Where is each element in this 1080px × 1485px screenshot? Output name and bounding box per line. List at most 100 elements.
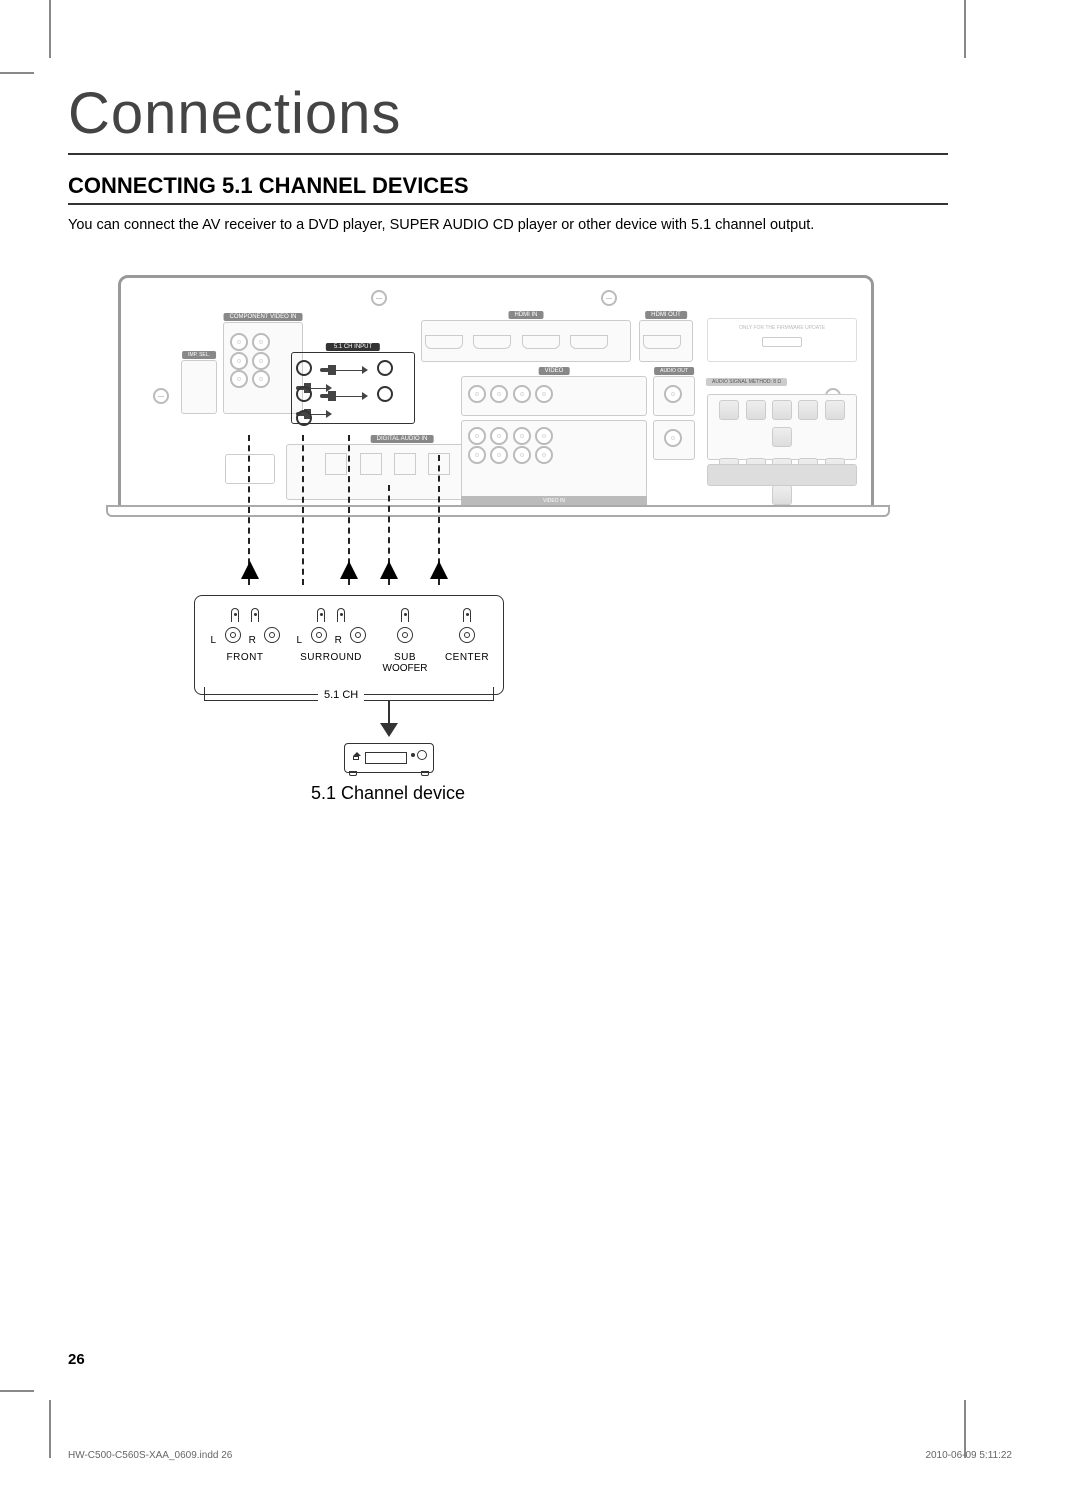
rca-jack [490, 446, 508, 464]
conn-subwoofer: SUB WOOFER [375, 608, 435, 674]
rca-plug-icon [251, 608, 259, 622]
rca-jack [535, 427, 553, 445]
fivech-input-panel: 5.1 CH INPUT [291, 352, 415, 424]
conn-label: CENTER [437, 652, 497, 663]
r-label: R [247, 635, 257, 646]
arrow-up-icon [430, 561, 448, 579]
rca-jack [513, 385, 531, 403]
connection-diagram: COMPONENT VIDEO IN IMP. SEL. HDMI IN [118, 275, 878, 805]
page-content: Connections CONNECTING 5.1 CHANNEL DEVIC… [68, 80, 948, 1390]
audio-in-panel [461, 420, 647, 498]
panel-label: HDMI OUT [645, 311, 687, 319]
rca-jack [252, 352, 270, 370]
arrow-up-icon [241, 561, 259, 579]
screw-icon [371, 290, 387, 306]
hdmi-port-icon [570, 335, 608, 349]
rca-plug-icon [459, 627, 475, 643]
video-panel: VIDEO [461, 376, 647, 416]
rca-plug-icon [231, 608, 239, 622]
rca-jack [490, 385, 508, 403]
rca-jack [664, 429, 682, 447]
rca-jack [468, 446, 486, 464]
section-heading: CONNECTING 5.1 CHANNEL DEVICES [68, 173, 948, 205]
conn-label: FRONT [205, 652, 285, 663]
footer-filename: HW-C500-C560S-XAA_0609.indd 26 [68, 1450, 232, 1461]
hdmi-port-icon [643, 335, 681, 349]
rca-jack [230, 333, 248, 351]
rca-jack [513, 427, 531, 445]
rca-plug-icon [317, 608, 325, 622]
panel-label: HDMI IN [509, 311, 544, 319]
service-port-icon [762, 337, 802, 347]
speaker-terminal-icon [772, 400, 792, 420]
device-label: 5.1 Channel device [288, 783, 488, 804]
conn-sublabel: WOOFER [375, 663, 435, 674]
rca-jack [230, 352, 248, 370]
audio-signal-label: AUDIO SIGNAL METHOD: 8 Ω [706, 378, 787, 386]
speaker-terminal-icon [719, 400, 739, 420]
audio-out-panel: AUDIO OUT [653, 376, 695, 416]
rca-plug-icon [225, 627, 241, 643]
knob-icon [417, 750, 427, 760]
crop-mark [49, 0, 51, 58]
crop-mark [49, 1400, 51, 1458]
crop-mark [0, 1390, 34, 1392]
optical-port-icon [394, 453, 416, 475]
page-number: 26 [68, 1351, 85, 1368]
anynet-box: ONLY FOR THE FIRMWARE UPDATE [707, 318, 857, 362]
rca-jack [377, 386, 393, 402]
receiver-base [106, 505, 890, 517]
rca-plug-icon [264, 627, 280, 643]
speaker-terminal-icon [746, 400, 766, 420]
rca-jack [468, 427, 486, 445]
rca-jack [252, 333, 270, 351]
hdmi-in-panel: HDMI IN [421, 320, 631, 362]
panel-label: DIGITAL AUDIO IN [371, 435, 434, 443]
speaker-out-label-strip [707, 464, 857, 486]
hdmi-out-panel: HDMI OUT [639, 320, 693, 362]
rca-jack [377, 360, 393, 376]
hdmi-port-icon [425, 335, 463, 349]
speaker-out-panel [707, 394, 857, 460]
conn-label: SUB [375, 652, 435, 663]
rca-jack [296, 360, 312, 376]
print-footer: HW-C500-C560S-XAA_0609.indd 26 2010-06-0… [68, 1450, 1012, 1461]
connector-box: L R FRONT L R SURROUND [194, 595, 504, 695]
rca-jack [252, 370, 270, 388]
ipod-port [225, 454, 275, 484]
rca-plug-icon [397, 627, 413, 643]
chapter-title: Connections [68, 80, 948, 155]
rca-jack [296, 410, 312, 426]
button-icon [411, 753, 415, 757]
rca-jack [230, 370, 248, 388]
conn-front: L R FRONT [205, 608, 285, 663]
rca-jack [513, 446, 531, 464]
device-icon [344, 743, 434, 773]
conn-label: SURROUND [291, 652, 371, 663]
sw-out-panel [653, 420, 695, 460]
panel-label: COMPONENT VIDEO IN [224, 313, 303, 321]
rca-plug-icon [350, 627, 366, 643]
arrow-up-icon [340, 561, 358, 579]
cable-dashed [302, 435, 304, 585]
footer-timestamp: 2010-06-09 5:11:22 [925, 1450, 1012, 1461]
panel-label: VIDEO [539, 367, 570, 375]
panel-label: AUDIO OUT [654, 367, 694, 375]
hdmi-port-icon [473, 335, 511, 349]
screw-icon [601, 290, 617, 306]
crop-mark [964, 0, 966, 58]
rca-jack [535, 446, 553, 464]
bracket-label: 5.1 CH [318, 689, 364, 701]
speaker-terminal-icon [772, 427, 792, 447]
speaker-terminal-icon [825, 400, 845, 420]
cable-plug-icon [320, 365, 368, 375]
screw-icon [153, 388, 169, 404]
hdmi-port-icon [522, 335, 560, 349]
disc-tray-icon [365, 752, 407, 764]
l-label: L [208, 635, 218, 646]
rca-plug-icon [311, 627, 327, 643]
arrow-up-icon [380, 561, 398, 579]
rca-jack [468, 385, 486, 403]
receiver-back-panel: COMPONENT VIDEO IN IMP. SEL. HDMI IN [118, 275, 874, 515]
conn-surround: L R SURROUND [291, 608, 371, 663]
